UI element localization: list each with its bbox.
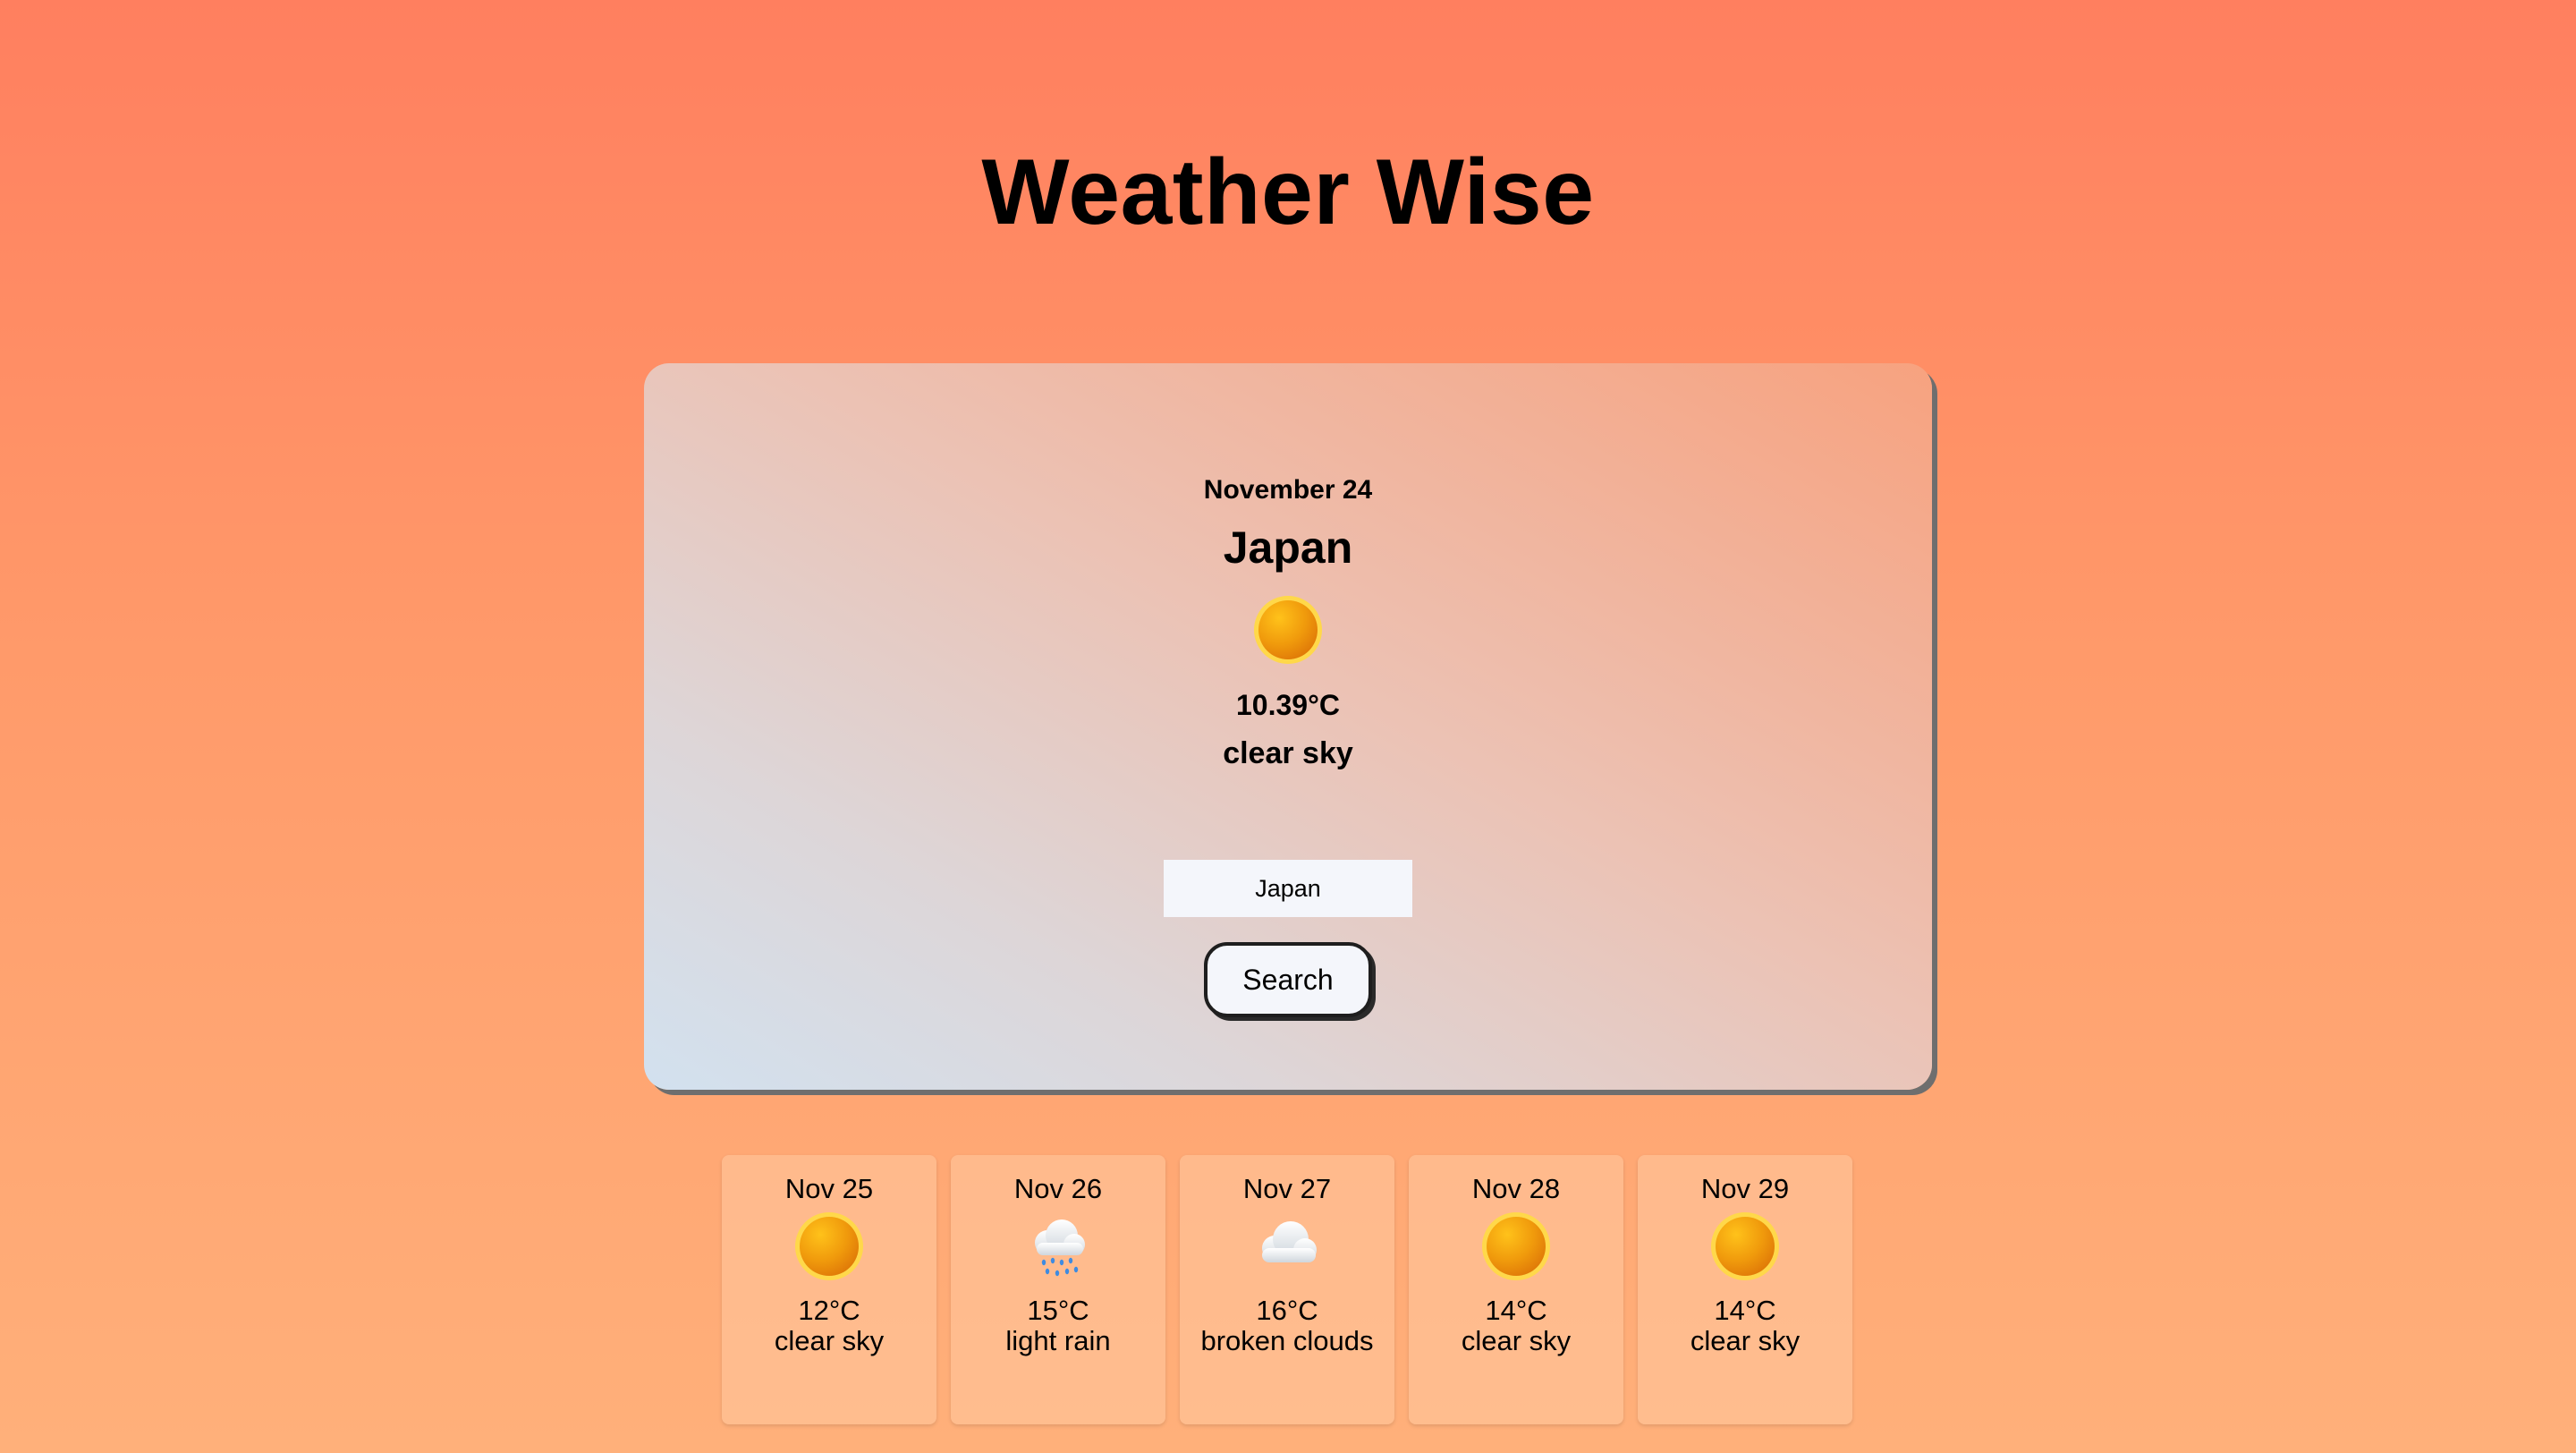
current-weather-card: November 24 Japan 10.39°C clear sky Sear… bbox=[644, 363, 1932, 1090]
current-description: clear sky bbox=[1223, 736, 1353, 770]
sun-icon bbox=[1711, 1212, 1779, 1280]
forecast-description: light rain bbox=[1005, 1325, 1111, 1356]
forecast-date: Nov 27 bbox=[1242, 1173, 1332, 1204]
forecast-temperature: 15°C bbox=[1027, 1295, 1089, 1326]
forecast-card: Nov 25 12°C clear sky bbox=[722, 1155, 936, 1424]
sun-icon bbox=[1254, 596, 1322, 664]
forecast-temperature: 14°C bbox=[1485, 1295, 1547, 1326]
rain-cloud-icon bbox=[1035, 1219, 1085, 1277]
forecast-list: Nov 25 12°C clear sky Nov 26 15°C light … bbox=[722, 1155, 1854, 1424]
forecast-date: Nov 28 bbox=[1471, 1173, 1561, 1204]
forecast-description: clear sky bbox=[774, 1325, 885, 1356]
forecast-temperature: 16°C bbox=[1256, 1295, 1318, 1326]
forecast-temperature: 12°C bbox=[798, 1295, 860, 1326]
city-search-input[interactable] bbox=[1164, 860, 1412, 917]
forecast-card: Nov 27 16°C broken clouds bbox=[1180, 1155, 1394, 1424]
forecast-card: Nov 26 15°C light rain bbox=[951, 1155, 1165, 1424]
current-temperature: 10.39°C bbox=[1236, 689, 1340, 721]
forecast-date: Nov 26 bbox=[1013, 1173, 1103, 1204]
forecast-card: Nov 28 14°C clear sky bbox=[1409, 1155, 1623, 1424]
forecast-description: clear sky bbox=[1461, 1325, 1572, 1356]
forecast-date: Nov 25 bbox=[784, 1173, 874, 1204]
sun-icon bbox=[1482, 1212, 1550, 1280]
current-date: November 24 bbox=[1203, 475, 1373, 505]
forecast-date: Nov 29 bbox=[1700, 1173, 1790, 1204]
forecast-description: broken clouds bbox=[1200, 1325, 1374, 1356]
forecast-description: clear sky bbox=[1690, 1325, 1801, 1356]
current-city: Japan bbox=[1223, 523, 1353, 573]
cloud-icon bbox=[1262, 1221, 1317, 1262]
forecast-temperature: 14°C bbox=[1714, 1295, 1776, 1326]
sun-icon bbox=[795, 1212, 863, 1280]
app-title: Weather Wise bbox=[981, 140, 1595, 244]
search-button[interactable]: Search bbox=[1204, 942, 1372, 1017]
forecast-card: Nov 29 14°C clear sky bbox=[1638, 1155, 1852, 1424]
